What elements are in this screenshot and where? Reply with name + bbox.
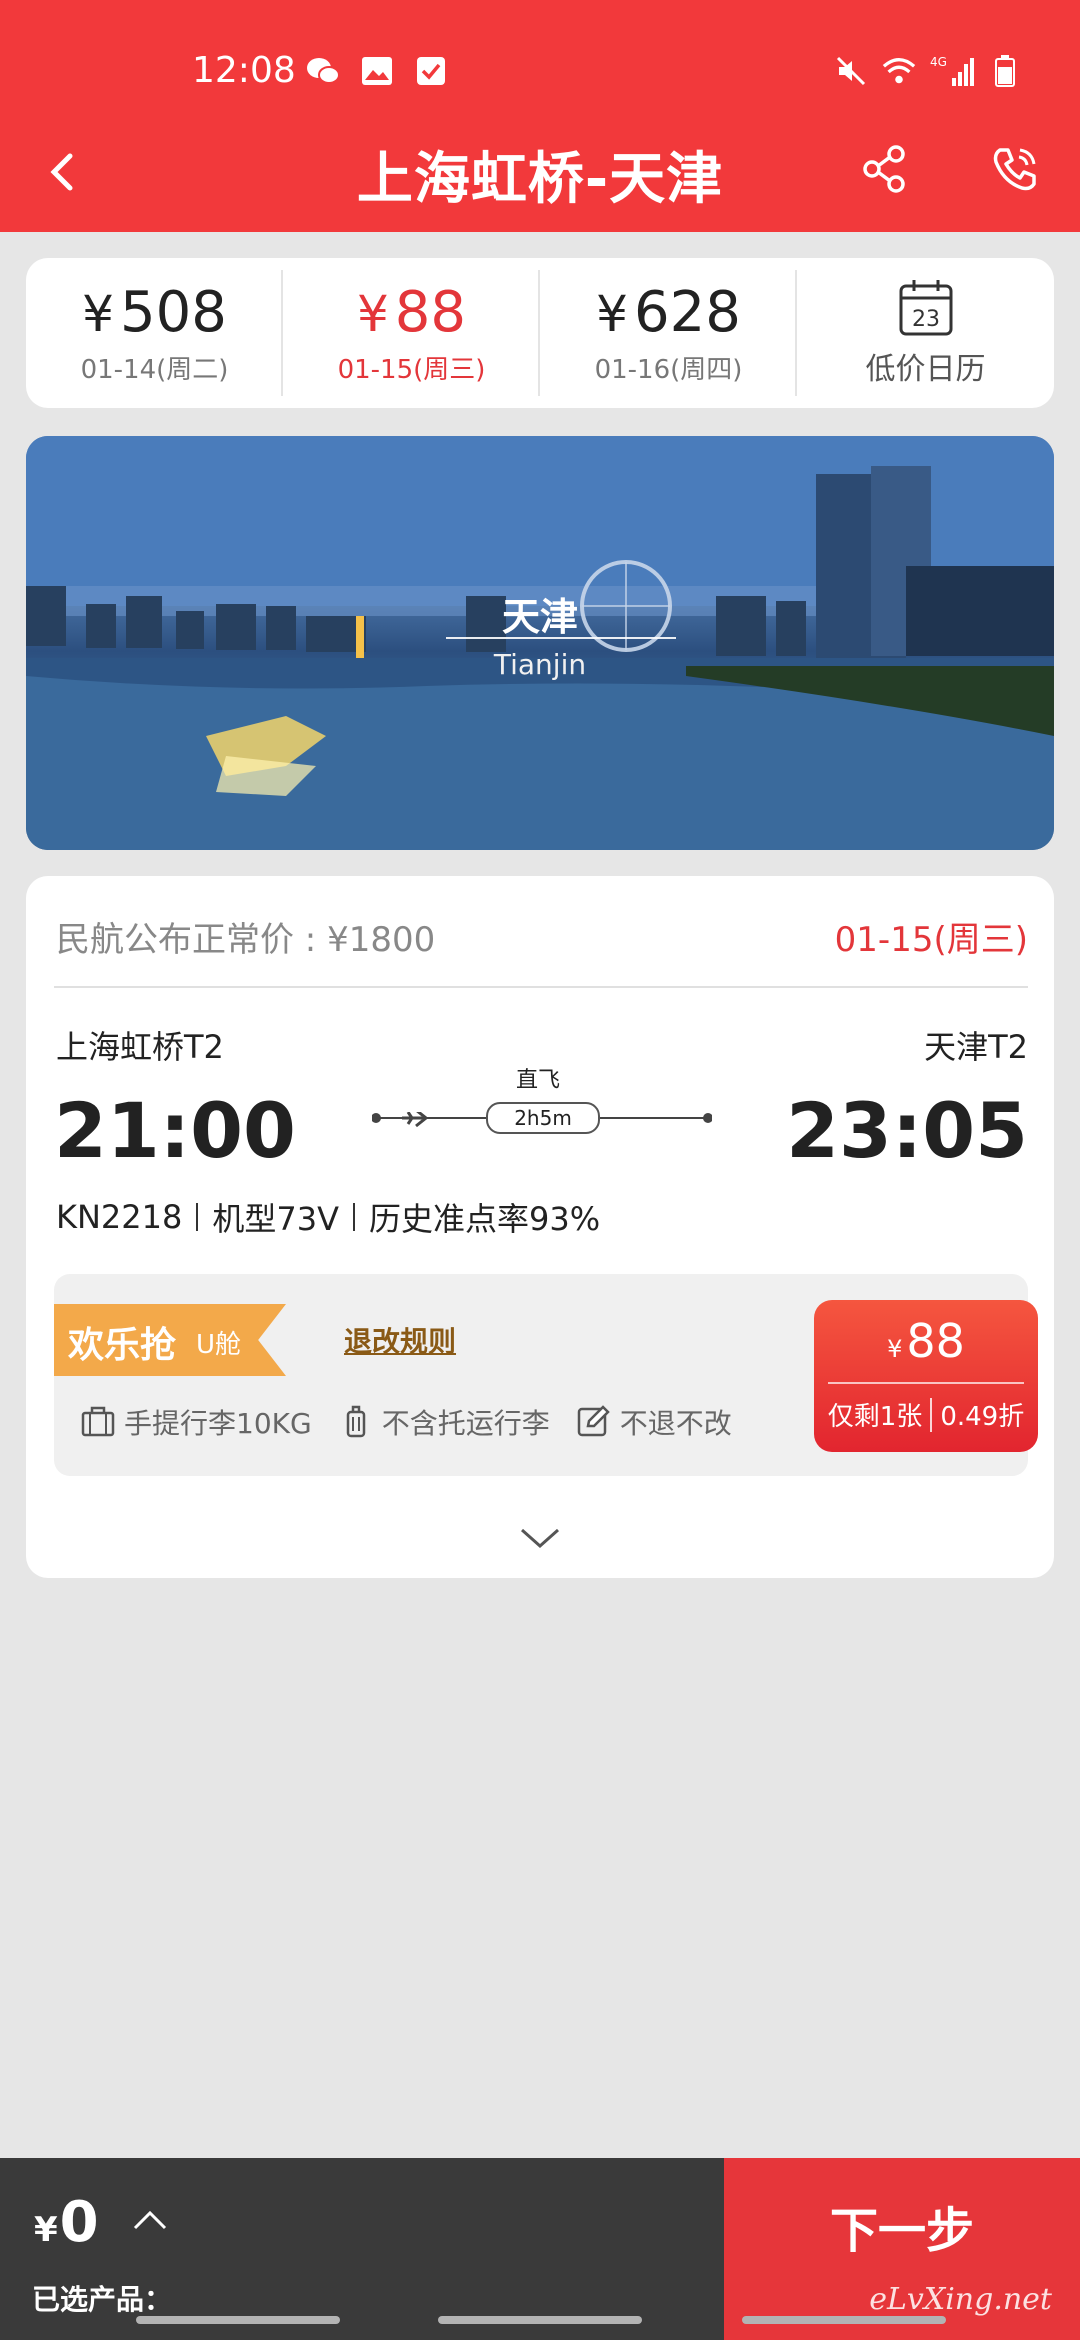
banner-city-english: Tianjin — [493, 648, 587, 681]
date-label: 01-16(周四) — [594, 355, 743, 385]
fare-tag-name: 欢乐抢 — [68, 1325, 177, 1366]
date-price: ¥628 — [540, 280, 797, 345]
edit-icon — [577, 1405, 610, 1437]
currency-symbol: ¥ — [82, 285, 114, 343]
departure-time: 21:00 — [54, 1086, 296, 1175]
divider — [54, 986, 1028, 988]
on-time-rate: 历史准点率93% — [368, 1200, 601, 1238]
suitcase-icon — [346, 1405, 365, 1438]
currency-symbol: ¥ — [887, 1335, 903, 1363]
flight-type: 直飞 — [516, 1068, 561, 1093]
chevron-down-icon[interactable] — [518, 1524, 562, 1552]
share-icon[interactable] — [860, 144, 910, 194]
total-value: 0 — [59, 2190, 99, 2255]
chevron-up-icon[interactable] — [132, 2208, 168, 2232]
phone-icon[interactable] — [990, 144, 1040, 194]
city-skyline-image — [26, 436, 1054, 850]
departure-airport: 上海虹桥T2 — [56, 1028, 224, 1066]
currency-symbol: ¥ — [596, 285, 628, 343]
battery-icon — [988, 54, 1022, 88]
feature-carry-on: 手提行李10KG — [80, 1402, 312, 1442]
selected-products-label: 已选产品： — [32, 2283, 173, 2316]
divider — [828, 1382, 1024, 1384]
checkbox-icon — [414, 54, 448, 88]
status-system-icons: 4G — [834, 54, 1022, 88]
status-time: 12:08 — [192, 50, 296, 91]
gallery-icon — [360, 54, 394, 88]
flight-duration: 2h5m — [486, 1102, 600, 1134]
feature-text: 不退不改 — [619, 1407, 732, 1440]
calendar-day: 23 — [912, 307, 940, 332]
system-nav-bar — [0, 2316, 1080, 2326]
total-amount: ¥0 — [34, 2190, 99, 2255]
airplane-icon — [402, 1112, 429, 1128]
fare-tag: 欢乐抢 U舱 — [54, 1304, 286, 1376]
fare-features: 手提行李10KG 不含托运行李 不退不改 — [80, 1402, 732, 1442]
fare-cabin: U舱 — [196, 1330, 242, 1360]
flight-date: 01-15(周三) — [834, 920, 1028, 960]
mute-icon — [834, 54, 868, 88]
price-value: 88 — [394, 280, 467, 345]
title-bar: 上海虹桥-天津 — [0, 128, 1080, 218]
nav-pill[interactable] — [136, 2316, 340, 2324]
price-value: 88 — [906, 1314, 965, 1368]
feature-no-refund: 不退不改 — [576, 1402, 732, 1442]
signal-4g-icon: 4G — [930, 54, 974, 88]
fare-price: ¥88 — [814, 1314, 1038, 1368]
aircraft-type: 机型73V — [212, 1200, 339, 1238]
price-value: 628 — [633, 280, 741, 345]
date-label: 01-14(周二) — [80, 355, 229, 385]
arrival-airport: 天津T2 — [924, 1028, 1028, 1066]
date-option-prev[interactable]: ¥508 01-14(周二) — [26, 258, 283, 408]
reference-price: 民航公布正常价 : ¥1800 — [56, 920, 436, 960]
separator — [930, 1397, 933, 1432]
wifi-icon — [882, 54, 916, 88]
order-summary-bar[interactable]: ¥0 已选产品： — [0, 2158, 724, 2340]
status-bar: 12:08 4G — [0, 40, 1080, 104]
date-price: ¥88 — [283, 280, 540, 345]
banner-city-name: 天津 — [501, 595, 578, 639]
separator — [352, 1203, 355, 1231]
flight-number: KN2218 — [56, 1198, 183, 1236]
date-selector: ¥508 01-14(周二) ¥88 01-15(周三) ¥628 01-16(… — [26, 258, 1054, 408]
arrival-time: 23:05 — [786, 1086, 1028, 1175]
calendar-icon: 23 — [898, 278, 954, 338]
discount: 0.49折 — [940, 1402, 1025, 1432]
page-title: 上海虹桥-天津 — [356, 147, 724, 212]
wechat-icon — [306, 54, 340, 88]
fare-info: 仅剩1张 0.49折 — [814, 1396, 1038, 1433]
currency-symbol: ¥ — [34, 2210, 58, 2250]
separator — [196, 1203, 199, 1231]
currency-symbol: ¥ — [356, 285, 389, 343]
flight-meta: KN2218 机型73V 历史准点率93% — [56, 1194, 600, 1240]
calendar-label: 低价日历 — [865, 352, 986, 387]
fare-price-button[interactable]: ¥88 仅剩1张 0.49折 — [814, 1300, 1038, 1452]
date-option-next[interactable]: ¥628 01-16(周四) — [540, 258, 797, 408]
nav-pill[interactable] — [742, 2316, 946, 2324]
app-header: 12:08 4G 上海虹桥-天津 — [0, 0, 1080, 232]
fare-option[interactable]: 欢乐抢 U舱 退改规则 手提行李10KG 不含托运行李 不退不改 ¥88 仅剩1… — [54, 1274, 1038, 1476]
remaining-seats: 仅剩1张 — [827, 1402, 923, 1432]
price-value: 508 — [119, 280, 227, 345]
flight-card: 民航公布正常价 : ¥1800 01-15(周三) 上海虹桥T2 天津T2 21… — [26, 876, 1054, 1578]
network-label: 4G — [930, 55, 947, 69]
low-price-calendar-button[interactable]: 23 低价日历 — [797, 258, 1054, 408]
destination-banner: 天津 Tianjin — [26, 436, 1054, 850]
nav-pill[interactable] — [438, 2316, 642, 2324]
date-option-selected[interactable]: ¥88 01-15(周三) — [283, 258, 540, 408]
status-notification-icons — [306, 54, 448, 88]
date-price: ¥508 — [26, 280, 283, 345]
watermark: eLvXing.net — [869, 2282, 1052, 2317]
luggage-icon — [81, 1406, 115, 1437]
feature-text: 手提行李10KG — [124, 1407, 312, 1440]
feature-checked-baggage: 不含托运行李 — [338, 1402, 550, 1442]
date-label: 01-15(周三) — [337, 355, 486, 385]
refund-change-rules-link[interactable]: 退改规则 — [344, 1320, 456, 1360]
feature-text: 不含托运行李 — [381, 1407, 550, 1440]
